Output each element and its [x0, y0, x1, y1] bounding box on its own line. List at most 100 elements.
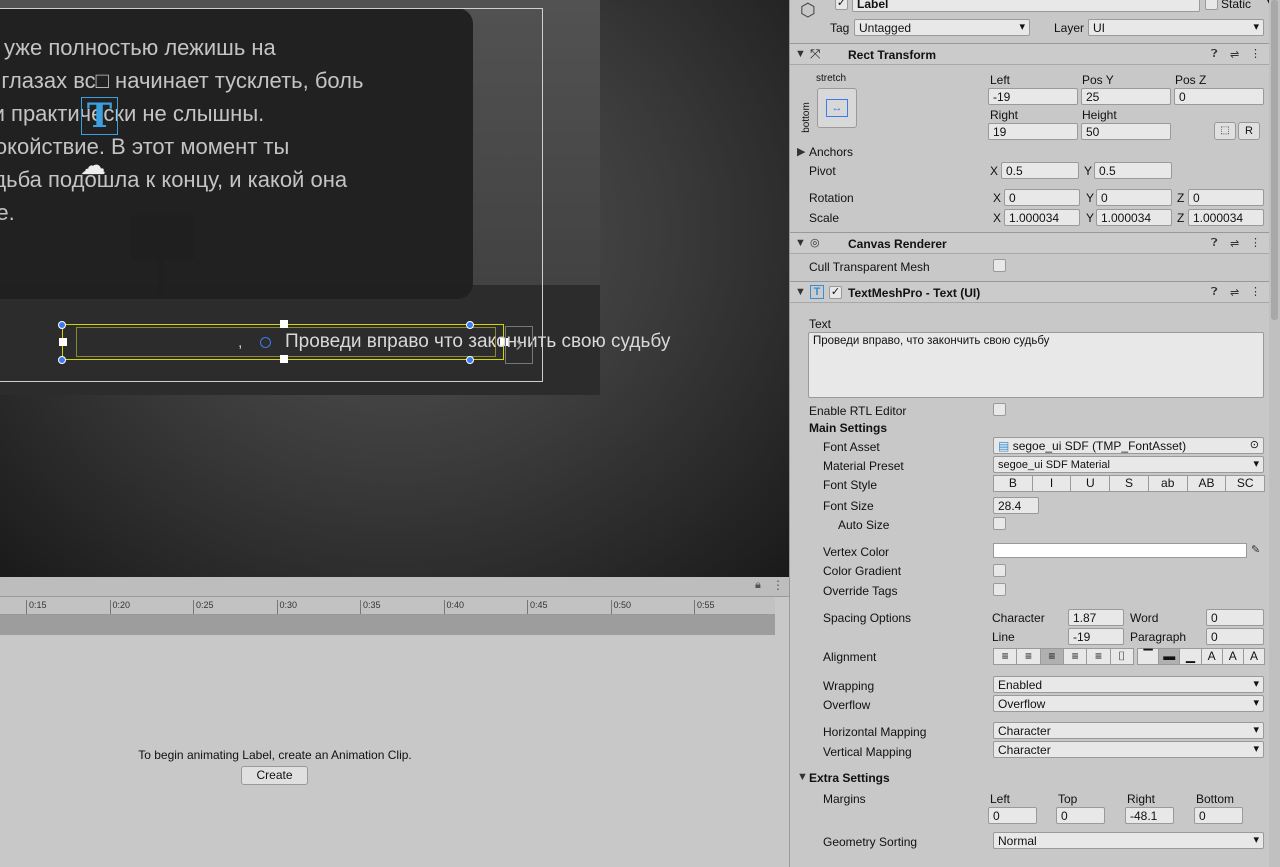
component-menu-icon[interactable]: ⋮: [1250, 236, 1261, 249]
height-field[interactable]: 50: [1081, 123, 1171, 140]
align-bottom-icon[interactable]: ▁: [1179, 648, 1202, 665]
anchors-label[interactable]: Anchors: [809, 145, 853, 159]
time-ruler[interactable]: 0:15 0:20 0:25 0:30 0:35 0:40 0:45 0:50 0:55: [0, 597, 775, 615]
rtl-checkbox[interactable]: [993, 403, 1006, 416]
posy-field[interactable]: 25: [1081, 88, 1171, 105]
layer-dropdown[interactable]: UI: [1088, 19, 1264, 36]
align-left-icon[interactable]: ≡: [993, 648, 1018, 665]
menu-icon[interactable]: ⋮: [772, 578, 784, 592]
inspector-scroll-thumb[interactable]: [1271, 0, 1278, 320]
right-field[interactable]: 19: [988, 123, 1078, 140]
override-tags-checkbox[interactable]: [993, 583, 1006, 596]
overflow-dropdown[interactable]: Overflow: [993, 695, 1264, 712]
anchors-collapse-icon[interactable]: ▶: [797, 145, 805, 158]
static-checkbox[interactable]: [1205, 0, 1218, 10]
create-clip-button[interactable]: Create: [241, 766, 308, 785]
raw-edit-button[interactable]: R: [1238, 122, 1260, 140]
canvas-renderer-header[interactable]: ▼ ◎ Canvas Renderer ❓︎ ⇌ ⋮: [790, 232, 1280, 254]
font-style-button[interactable]: B: [993, 475, 1033, 492]
align-right-icon[interactable]: ≡: [1039, 648, 1064, 665]
geometry-dropdown[interactable]: Normal: [993, 832, 1264, 849]
word-field[interactable]: 0: [1206, 609, 1264, 626]
corner-handle-bl[interactable]: [58, 356, 66, 364]
align-middle-icon[interactable]: ▬: [1158, 648, 1181, 665]
help-icon[interactable]: ❓︎: [1211, 48, 1218, 61]
margin-bottom-field[interactable]: 0: [1194, 807, 1243, 824]
collapse-icon[interactable]: ▼: [795, 286, 806, 298]
pivot-circle[interactable]: [260, 337, 271, 348]
scene-view[interactable]: ты уже полностью лежишь на их глазах вс□ …: [0, 0, 789, 577]
tmp-header[interactable]: ▼ T ✓ TextMeshPro - Text (UI) ❓︎ ⇌ ⋮: [790, 281, 1280, 303]
object-picker-icon[interactable]: ⊙: [1250, 438, 1259, 452]
margin-right-field[interactable]: -48.1: [1125, 807, 1174, 824]
font-style-button[interactable]: AB: [1186, 475, 1227, 492]
align-flush-icon[interactable]: ≡: [1086, 648, 1111, 665]
material-dropdown[interactable]: segoe_ui SDF Material: [993, 456, 1264, 473]
vertex-color-swatch[interactable]: [993, 543, 1247, 558]
component-menu-icon[interactable]: ⋮: [1250, 47, 1261, 60]
align-capline-icon[interactable]: A: [1242, 648, 1266, 665]
collapse-icon[interactable]: ▼: [795, 237, 806, 249]
object-name-field[interactable]: Label: [852, 0, 1200, 12]
preset-icon[interactable]: ⇌: [1230, 237, 1239, 250]
left-field[interactable]: -19: [988, 88, 1078, 105]
tag-dropdown[interactable]: Untagged: [854, 19, 1030, 36]
wrapping-dropdown[interactable]: Enabled: [993, 676, 1264, 693]
auto-size-checkbox[interactable]: [993, 517, 1006, 530]
rot-z-field[interactable]: 0: [1188, 189, 1264, 206]
text-area[interactable]: Проведи вправо, что закончить свою судьб…: [808, 332, 1264, 398]
preset-icon[interactable]: ⇌: [1230, 286, 1239, 299]
scale-y-field[interactable]: 1.000034: [1096, 209, 1172, 226]
static-label[interactable]: Static: [1221, 0, 1251, 11]
edge-handle-left[interactable]: [59, 338, 67, 346]
align-center-icon[interactable]: ≡: [1016, 648, 1041, 665]
component-menu-icon[interactable]: ⋮: [1250, 285, 1261, 298]
edge-handle-top[interactable]: [280, 320, 288, 328]
pivot-y-field[interactable]: 0.5: [1094, 162, 1172, 179]
active-checkbox[interactable]: ✓: [835, 0, 848, 10]
cull-checkbox[interactable]: [993, 259, 1006, 272]
corner-handle-br[interactable]: [466, 356, 474, 364]
align-justify-icon[interactable]: ≡: [1062, 648, 1088, 665]
tmp-enabled-checkbox[interactable]: ✓: [829, 286, 842, 299]
extra-settings-label[interactable]: Extra Settings: [809, 771, 890, 785]
rot-x-field[interactable]: 0: [1004, 189, 1080, 206]
eyedropper-icon[interactable]: ✎: [1251, 543, 1260, 556]
character-field[interactable]: 1.87: [1068, 609, 1124, 626]
margin-top-field[interactable]: 0: [1056, 807, 1105, 824]
paragraph-field[interactable]: 0: [1206, 628, 1264, 645]
align-geometry-icon[interactable]: ⌷: [1109, 648, 1134, 665]
color-gradient-checkbox[interactable]: [993, 564, 1006, 577]
rect-transform-header[interactable]: ▼ ⤧ Rect Transform ❓︎ ⇌ ⋮: [790, 43, 1280, 65]
font-size-field[interactable]: 28.4: [993, 497, 1039, 514]
blueprint-button[interactable]: ⬚: [1214, 122, 1236, 140]
extra-collapse-icon[interactable]: ▼: [797, 771, 808, 783]
font-style-button[interactable]: ab: [1147, 475, 1188, 492]
font-style-button[interactable]: U: [1070, 475, 1111, 492]
hmap-dropdown[interactable]: Character: [993, 722, 1264, 739]
anchor-preset-button[interactable]: ↔: [817, 88, 857, 128]
font-style-button[interactable]: S: [1109, 475, 1149, 492]
font-style-button[interactable]: I: [1031, 475, 1072, 492]
line-field[interactable]: -19: [1068, 628, 1124, 645]
help-icon[interactable]: ❓︎: [1211, 237, 1218, 250]
pivot-x-field[interactable]: 0.5: [1001, 162, 1079, 179]
vmap-dropdown[interactable]: Character: [993, 741, 1264, 758]
scale-x-field[interactable]: 1.000034: [1004, 209, 1080, 226]
font-style-button[interactable]: SC: [1225, 475, 1266, 492]
scale-z-field[interactable]: 1.000034: [1188, 209, 1264, 226]
align-midline-icon[interactable]: A: [1221, 648, 1244, 665]
rot-y-field[interactable]: 0: [1096, 189, 1172, 206]
collapse-icon[interactable]: ▼: [795, 48, 806, 60]
font-asset-field[interactable]: ▤ segoe_ui SDF (TMP_FontAsset) ⊙: [993, 437, 1264, 454]
preset-icon[interactable]: ⇌: [1230, 48, 1239, 61]
margin-left-field[interactable]: 0: [988, 807, 1037, 824]
lock-icon[interactable]: 🔒︎: [755, 579, 761, 592]
corner-handle-tr[interactable]: [466, 321, 474, 329]
posz-field[interactable]: 0: [1174, 88, 1264, 105]
help-icon[interactable]: ❓︎: [1211, 286, 1218, 299]
edge-handle-bottom[interactable]: [280, 355, 288, 363]
align-baseline-icon[interactable]: A: [1200, 648, 1223, 665]
align-top-icon[interactable]: ▔: [1137, 648, 1160, 665]
corner-handle-tl[interactable]: [58, 321, 66, 329]
